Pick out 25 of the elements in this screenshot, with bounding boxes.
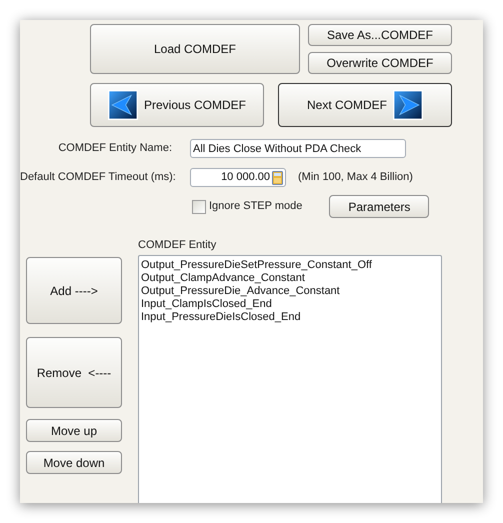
side-button[interactable]: Move up [26,419,122,442]
timeout-label: Default COMDEF Timeout (ms): [20,170,174,186]
list-item[interactable]: Output_PressureDie_Advance_Constant [141,285,439,298]
timeout-hint: (Min 100, Max 4 Billion) [298,170,413,186]
parameters-button[interactable]: Parameters [329,195,430,218]
ignore-step-checkbox[interactable] [192,200,206,214]
ignore-step-label: Ignore STEP mode [209,199,302,214]
entity-name-label: COMDEF Entity Name: [57,141,172,156]
entity-name-field[interactable]: All Dies Close Without PDA Check [190,139,406,158]
overwrite-button[interactable]: Overwrite COMDEF [308,52,452,74]
list-item[interactable]: Input_PressureDieIsClosed_End [141,311,439,324]
list-item[interactable]: Input_ClampIsClosed_End [141,298,439,311]
list-item[interactable]: Output_ClampAdvance_Constant [141,272,439,285]
previous-button[interactable]: Previous COMDEF [90,83,264,127]
save-as-button[interactable]: Save As...COMDEF [308,24,452,46]
side-button[interactable]: Remove <---- [26,337,122,408]
side-button[interactable]: Add ----> [26,257,122,324]
load-button[interactable]: Load COMDEF [90,24,300,74]
calculator-icon[interactable] [272,170,283,184]
timeout-field[interactable]: 10 000.00 [190,168,286,187]
side-button[interactable]: Move down [26,451,122,474]
entity-list-label: COMDEF Entity [138,238,218,253]
next-button[interactable]: Next COMDEF [278,83,452,127]
entity-list[interactable]: Output_PressureDieSetPressure_Constant_Off Output_ClampAdvance_Constant Output_PressureDie_Advance_Constant Input_ClampIsClosed_End Input_PressureDieIsClosed_End [138,255,442,503]
list-item[interactable]: Output_PressureDieSetPressure_Constant_Off [141,259,439,272]
